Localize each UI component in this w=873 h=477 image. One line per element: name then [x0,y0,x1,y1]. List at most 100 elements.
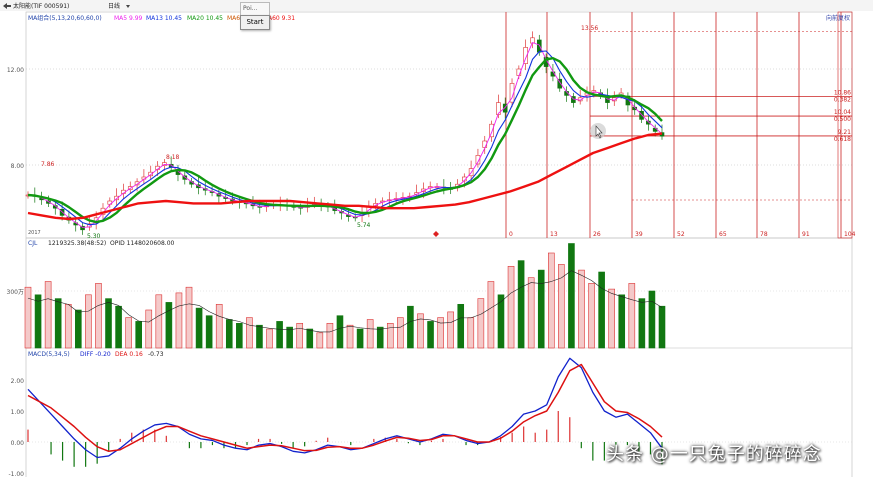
volume-bars [24,243,666,349]
volume-bar [638,298,646,349]
volume-bar [517,260,525,349]
ma-hidden-legend-label: MA6 [227,15,240,22]
time-cycle-label: 65 [719,231,727,238]
volume-bar [326,322,334,349]
ma5-legend-label: MA5 9.99 [114,15,143,22]
volume-bar [236,322,243,349]
volume-bar [64,303,72,349]
volume-bar [568,243,575,349]
volume-bar [205,315,213,349]
time-cycle-label: 26 [593,231,601,238]
volume-bar [598,271,605,349]
volume-bar [296,322,304,349]
volume-bar [467,317,475,349]
adjust-mode-label[interactable]: 向前复权 [826,14,850,22]
volume-bar [648,290,656,349]
time-cycle-label: 91 [802,231,810,238]
volume-bar [447,311,454,349]
volume-bar [588,283,595,349]
volume-bar [558,264,565,349]
volume-bar [115,305,122,349]
volume-tick-label: 300万 [7,289,24,296]
price-high-label: 7.86 [41,161,55,168]
fib-price-label: 10.86 [834,89,851,96]
volume-bar [346,324,354,349]
watermark-text: 头条 @一只兔子的碎碎念 [606,444,822,465]
period-start-label: 2017 [28,230,41,236]
volume-bar [336,315,344,349]
ma-legend-name: MA组合(5,13,20,60,60,0) [28,14,102,22]
time-cycle-label: 104 [844,231,856,238]
time-cycle-label: 39 [635,231,643,238]
volume-bar [225,319,233,349]
macd-legend-name: MACD(5,34,5) [28,351,70,358]
dea-line [27,363,663,453]
volume-bar [135,321,142,349]
volume-bar [306,328,314,349]
candle-body [639,110,644,120]
candle-body [536,39,542,53]
volume-ma-line [27,270,663,333]
volume-opid-label: OPID 1148020608.00 [110,240,175,247]
volume-bar [85,294,92,349]
ma20-legend-label: MA20 10.45 [187,15,223,22]
price-high-label: 8.18 [166,154,180,161]
candlestick-group [25,31,665,235]
price-panel-frame [25,11,853,239]
fib-price-label: 10.04 [834,109,851,116]
fib-ratio-label: 0.618 [834,136,851,143]
volume-legend-name: CJL [28,240,38,247]
price-low-label: 5.74 [357,222,371,229]
fib-ratio-label: 0.500 [834,116,851,123]
volume-bar [145,309,153,349]
fib-price-label: 9.21 [838,129,852,136]
volume-bar [75,309,82,349]
volume-bar [276,321,283,349]
volume-bar [487,281,495,349]
time-cycle-label: 52 [677,231,685,238]
time-cycle-label: 0 [509,231,513,238]
start-button[interactable]: Start [240,15,270,30]
volume-bar [195,307,203,349]
fib-ratio-label: 0.382 [834,96,851,103]
diff-line [27,357,663,459]
volume-bar [266,328,273,349]
volume-bar [175,292,183,349]
volume-bar [386,322,394,349]
volume-bar [24,286,32,349]
price-tick-label: 8.00 [11,163,25,170]
dea-legend-label: DEA 0.16 [115,351,143,358]
volume-bar [95,283,102,349]
time-cycle-label: 13 [550,231,558,238]
popup-tab[interactable]: Poi... [240,2,270,16]
price-tick-label: 12.00 [7,67,24,74]
volume-bar [316,332,324,349]
volume-bar [618,294,626,349]
macd-tick-label: 1.00 [11,409,25,416]
volume-bar [44,281,52,349]
macd-tick-label: 0.00 [11,440,25,447]
volume-bar [427,321,434,349]
volume-bar [34,294,42,349]
volume-bar [457,303,465,349]
price-peak-label: 13.56 [581,25,598,32]
marker-diamond-icon [433,231,439,237]
time-cycle-label: 78 [760,231,768,238]
volume-bar [215,303,223,349]
macd-tick-label: 2.00 [11,378,25,385]
volume-bar [628,283,636,349]
volume-bar [658,305,666,349]
volume-bar [185,286,193,349]
volume-value-label: 1219325.38(48:52) [48,240,106,247]
ma13-line [27,50,663,226]
price-low-label: 5.30 [87,233,101,240]
cycle-end-box [837,11,853,239]
volume-bar [376,326,384,349]
volume-bar [155,294,163,349]
ma60-legend-label: A60 9.31 [268,15,295,22]
volume-bar [366,319,374,349]
period-selector[interactable]: 日线 [108,2,120,10]
volume-bar [548,252,555,349]
macd-value-label: -0.73 [148,351,164,358]
volume-bar [54,298,62,349]
